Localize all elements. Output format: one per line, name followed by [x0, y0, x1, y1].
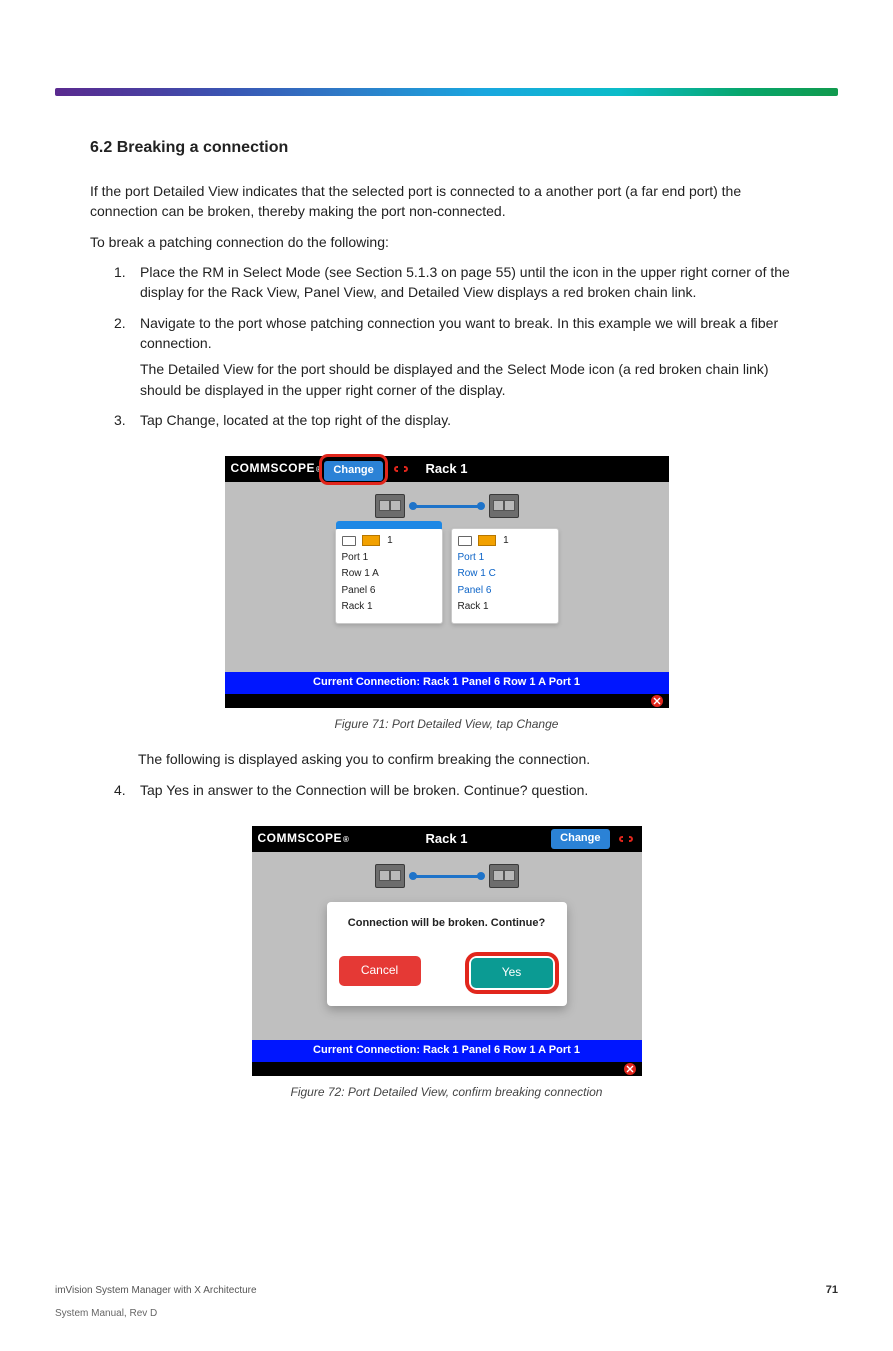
step-4: 4. Tap Yes in answer to the Connection w…: [114, 780, 803, 800]
change-button[interactable]: Change: [551, 829, 609, 849]
page-number: 71: [826, 1283, 838, 1299]
page-footer: imVision System Manager with X Architect…: [0, 1283, 893, 1321]
step-1: 1. Place the RM in Select Mode (see Sect…: [114, 262, 803, 303]
port-icon-left: [375, 864, 405, 888]
current-connection-strip: Current Connection: Rack 1 Panel 6 Row 1…: [252, 1040, 642, 1062]
step-4-text: Tap Yes in answer to the Connection will…: [140, 780, 588, 800]
cancel-button[interactable]: Cancel: [339, 956, 421, 986]
screenshot-confirm-break: COMMSCOPE® Rack 1 Change: [252, 826, 642, 1076]
port-icon-right: [489, 864, 519, 888]
intro-paragraph-1: If the port Detailed View indicates that…: [90, 181, 803, 222]
step-2-text: Navigate to the port whose patching conn…: [140, 313, 803, 354]
port-icon-right: [489, 494, 519, 518]
far-card-l1: Port 1: [458, 551, 552, 566]
screenshot-detailed-view-change: COMMSCOPE® Rack 1 Change: [225, 456, 669, 708]
far-card-l2: Row 1 C: [458, 567, 552, 582]
mini-marker-icon: [478, 535, 496, 546]
step-2-cont: The Detailed View for the port should be…: [114, 359, 803, 400]
screenshot2-header: COMMSCOPE® Rack 1 Change: [252, 826, 642, 852]
step-1-text: Place the RM in Select Mode (see Section…: [140, 262, 803, 303]
footer-doc-title: imVision System Manager with X Architect…: [55, 1284, 257, 1299]
mini-port-icon: [342, 536, 356, 546]
near-card-l2: Row 1 A: [342, 567, 436, 582]
step-3: 3. Tap Change, located at the top right …: [114, 410, 803, 430]
change-button-highlight: Change: [322, 457, 384, 482]
intro-text: If the port Detailed View indicates that…: [90, 181, 803, 252]
port-icon-left: [375, 494, 405, 518]
yes-button-highlight: Yes: [469, 956, 555, 990]
screenshot1-footer-bar: [225, 694, 669, 708]
mini-port-icon: [458, 536, 472, 546]
close-icon[interactable]: [624, 1063, 636, 1075]
step-1-number: 1.: [114, 262, 132, 303]
yes-button[interactable]: Yes: [471, 958, 553, 988]
far-card-num: 1: [503, 535, 509, 546]
intro-paragraph-2: To break a patching connection do the fo…: [90, 232, 803, 252]
step-3-text: Tap Change, located at the top right of …: [140, 410, 451, 430]
far-card-l3: Panel 6: [458, 584, 552, 599]
brand-logo: COMMSCOPE®: [258, 830, 350, 847]
broken-chain-icon: [391, 462, 411, 476]
figure-72-caption: Figure 72: Port Detailed View, confirm b…: [90, 1084, 803, 1101]
figure-71-caption: Figure 71: Port Detailed View, tap Chang…: [90, 716, 803, 733]
mini-marker-icon: [362, 535, 380, 546]
brand-logo: COMMSCOPE®: [231, 460, 323, 477]
connection-graphic: [252, 864, 642, 888]
far-end-card[interactable]: 1 Port 1 Row 1 C Panel 6 Rack 1: [451, 528, 559, 624]
wire-icon: [411, 505, 483, 508]
change-button[interactable]: Change: [324, 461, 382, 481]
footer-revision: System Manual, Rev D: [55, 1307, 838, 1322]
broken-chain-icon: [616, 832, 636, 846]
step-2-text2: The Detailed View for the port should be…: [140, 359, 803, 400]
step-2-number: 2.: [114, 313, 132, 354]
header-gradient-rule: [55, 88, 838, 96]
near-card-l1: Port 1: [342, 551, 436, 566]
near-end-card[interactable]: 1 Port 1 Row 1 A Panel 6 Rack 1: [335, 528, 443, 624]
step-2: 2. Navigate to the port whose patching c…: [114, 313, 803, 354]
near-card-l4: Rack 1: [342, 600, 436, 615]
after-step3-text: The following is displayed asking you to…: [138, 749, 803, 769]
step-3-number: 3.: [114, 410, 132, 430]
close-icon[interactable]: [651, 695, 663, 707]
confirm-modal: Connection will be broken. Continue? Can…: [327, 902, 567, 1006]
section-heading-block: 6.2 Breaking a connection: [90, 136, 803, 159]
near-card-l3: Panel 6: [342, 584, 436, 599]
screenshot2-footer-bar: [252, 1062, 642, 1076]
step-4-number: 4.: [114, 780, 132, 800]
confirm-question: Connection will be broken. Continue?: [339, 916, 555, 932]
wire-icon: [411, 875, 483, 878]
current-connection-strip: Current Connection: Rack 1 Panel 6 Row 1…: [225, 672, 669, 694]
screenshot1-header: COMMSCOPE® Rack 1 Change: [225, 456, 669, 482]
near-card-num: 1: [387, 535, 393, 546]
far-card-l4: Rack 1: [458, 600, 552, 615]
section-title: 6.2 Breaking a connection: [90, 136, 803, 159]
connection-graphic: [225, 494, 669, 518]
step-list: 1. Place the RM in Select Mode (see Sect…: [90, 262, 803, 430]
